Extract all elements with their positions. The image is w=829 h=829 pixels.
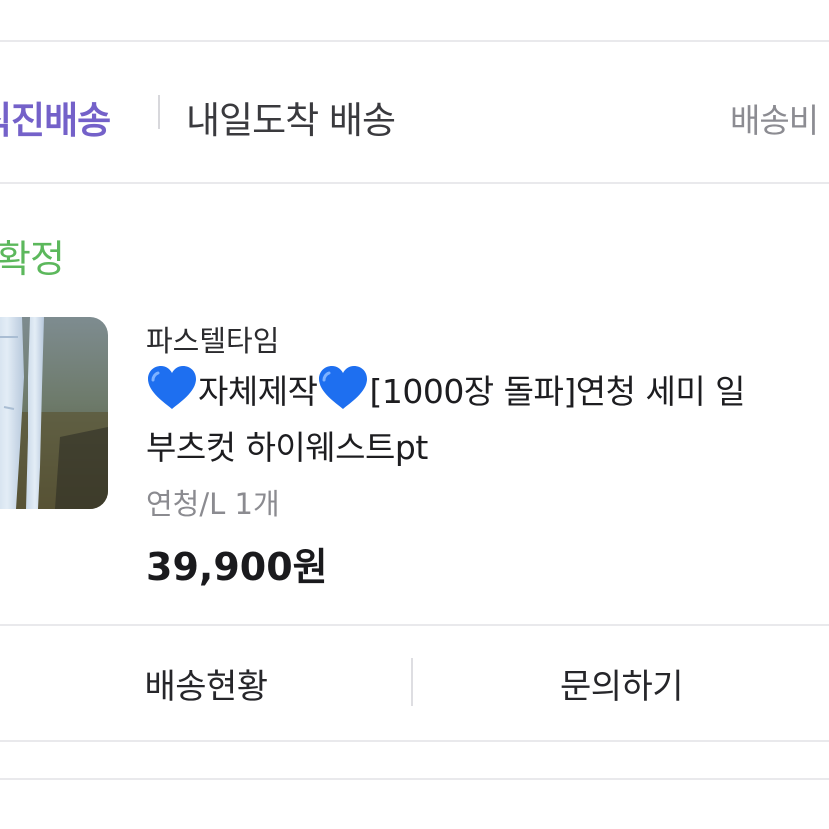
blue-heart-icon: [317, 365, 369, 411]
actions-separator: [411, 658, 413, 706]
blue-heart-icon: [146, 365, 198, 411]
inquiry-button[interactable]: 문의하기: [414, 626, 829, 740]
product-option: 연청/L 1개: [146, 487, 280, 521]
order-status-label: 확정: [0, 237, 65, 281]
shipping-divider: [0, 182, 829, 184]
product-title-line-2[interactable]: 부츠컷 하이웨스트pt: [146, 421, 428, 469]
order-item-card: 직진배송 내일도착 배송 배송비 확정: [0, 0, 829, 829]
product-title-line-1[interactable]: 자체제작 [1000장 돌파]연청 세미 일: [146, 365, 746, 413]
product-price: 39,900원: [146, 545, 328, 589]
shipping-status-button[interactable]: 배송현황: [0, 626, 412, 740]
shipping-separator: [158, 95, 160, 129]
section-divider: [0, 778, 829, 780]
shipping-fee-label: 배송비: [730, 101, 819, 140]
product-thumbnail[interactable]: [0, 317, 108, 509]
product-title-part-1: 자체제작: [198, 372, 318, 411]
product-title-part-2: [1000장 돌파]연청 세미 일: [369, 372, 746, 411]
tomorrow-delivery-label: 내일도착 배송: [186, 99, 396, 142]
product-photo: [0, 317, 108, 509]
shop-name[interactable]: 파스텔타임: [146, 318, 279, 360]
bottom-divider: [0, 740, 829, 742]
shipping-row: 직진배송 내일도착 배송 배송비: [0, 42, 829, 182]
direct-shipping-label: 직진배송: [0, 99, 111, 142]
